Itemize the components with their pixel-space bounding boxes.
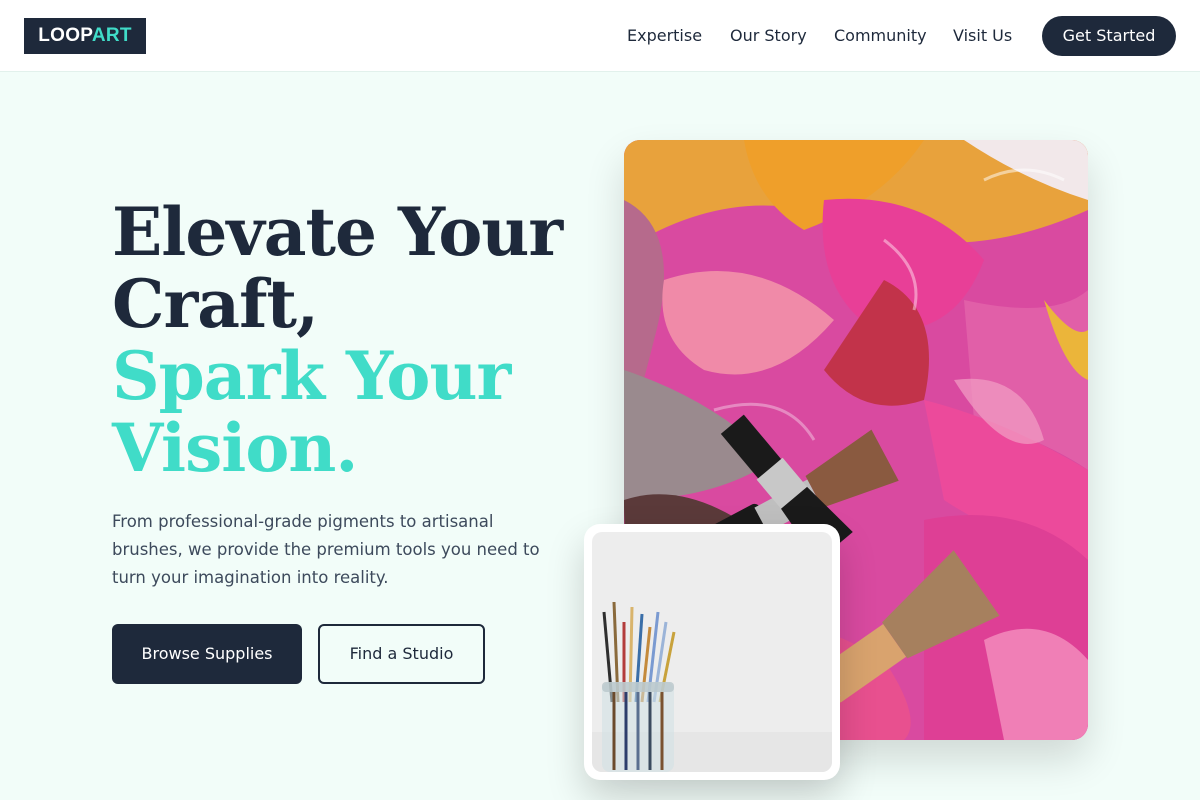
brand-logo-part1: LOOP	[38, 25, 92, 46]
nav-link-expertise[interactable]: Expertise	[627, 26, 702, 46]
headline-line-3: Spark Your	[112, 337, 511, 415]
brush-jar-image-card	[584, 524, 840, 780]
headline-line-1: Elevate Your	[112, 193, 563, 271]
top-nav: LOOPART Expertise Our Story Community Vi…	[0, 0, 1200, 72]
find-a-studio-button[interactable]: Find a Studio	[318, 624, 485, 684]
brand-logo-part2: ART	[91, 25, 132, 46]
browse-supplies-button[interactable]: Browse Supplies	[112, 624, 302, 684]
get-started-button[interactable]: Get Started	[1042, 16, 1176, 56]
nav-link-visit-us[interactable]: Visit Us	[953, 26, 1012, 46]
brush-jar-image	[592, 532, 832, 772]
hero-headline: Elevate Your Craft, Spark Your Vision.	[112, 196, 592, 484]
headline-line-2: Craft,	[112, 265, 319, 343]
hero-description: From professional-grade pigments to arti…	[112, 512, 540, 587]
nav-link-our-story[interactable]: Our Story	[730, 26, 807, 46]
headline-line-4: Vision.	[112, 409, 358, 487]
brand-logo[interactable]: LOOPART	[24, 18, 146, 54]
nav-link-community[interactable]: Community	[834, 26, 927, 46]
